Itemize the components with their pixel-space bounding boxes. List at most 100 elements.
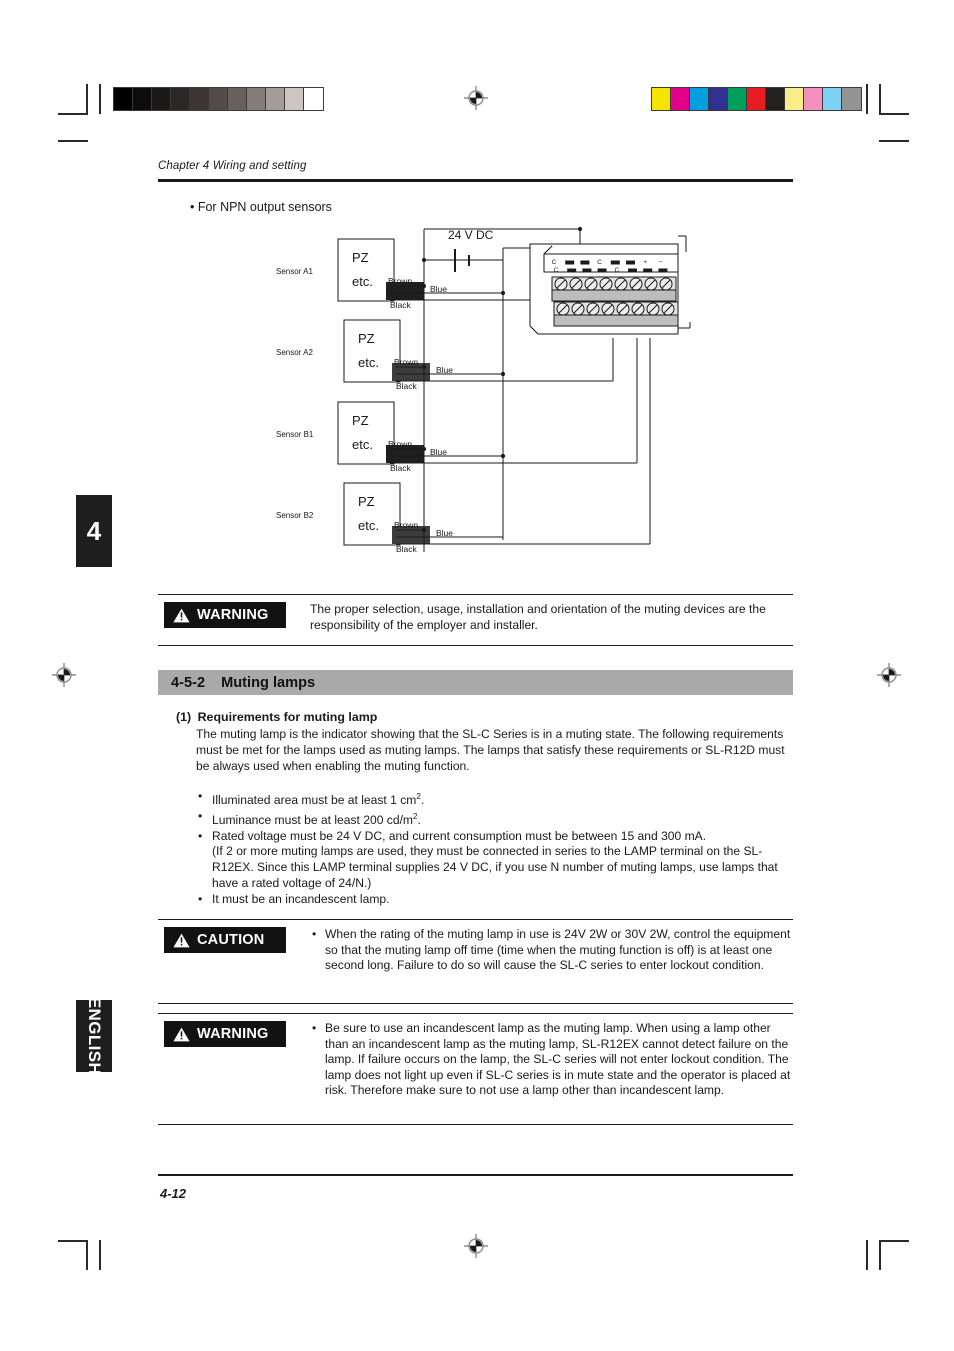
npn-wiring-diagram: C C + − C C 24 V DC Sensor A1 PZ etc. Brown Blue Bl…	[158, 222, 798, 582]
color-swatch	[709, 88, 728, 110]
grayscale-swatch	[228, 88, 247, 110]
wire-label-brown: Brown	[394, 520, 418, 530]
wire-label-black: Black	[390, 300, 412, 310]
requirement-item: Luminance must be at least 200 cd/m2.	[196, 809, 796, 829]
warning-triangle-icon	[173, 1027, 190, 1041]
crop-mark-top-left-v	[86, 84, 88, 114]
grayscale-swatch	[209, 88, 228, 110]
caution-label: CAUTION	[197, 932, 265, 948]
wire-label-brown: Brown	[388, 439, 412, 449]
sensor-name-label: Sensor B1	[276, 430, 314, 439]
grayscale-swatch	[152, 88, 171, 110]
language-index-tab: ENGLISH	[76, 996, 112, 1076]
grayscale-swatch	[285, 88, 304, 110]
grayscale-swatch	[133, 88, 152, 110]
grayscale-swatch	[171, 88, 190, 110]
color-swatch	[842, 88, 861, 110]
caution-triangle-icon	[173, 933, 190, 947]
undefined-mark: C	[554, 267, 559, 274]
wire-label-black: Black	[396, 381, 418, 391]
caution-admonition: CAUTION When the rating of the muting la…	[158, 927, 793, 974]
warning-triangle-icon	[173, 608, 190, 622]
crop-mark-bottom-right-h	[879, 1240, 909, 1242]
sensor-box-line2: etc.	[352, 274, 373, 289]
sensor-name-label: Sensor A2	[276, 348, 313, 357]
warning-top-label: WARNING	[197, 607, 269, 623]
crop-mark-bottom-right-v2	[879, 1240, 881, 1270]
registration-target-icon-right	[877, 663, 901, 687]
caution-badge: CAUTION	[164, 927, 286, 953]
sensor-name-label: Sensor A1	[276, 267, 313, 276]
section-number: 4-5-2	[171, 674, 206, 691]
grayscale-step-wedge	[113, 87, 324, 111]
sensor-box-line1: PZ	[358, 331, 375, 346]
chapter-running-head: Chapter 4 Wiring and setting	[158, 160, 307, 172]
crop-mark-top-right-h	[879, 113, 909, 115]
warning-bottom-rule-above	[158, 1013, 793, 1015]
sensor-box-line2: etc.	[358, 355, 379, 370]
header-rule	[158, 179, 793, 182]
crop-mark-top-left-v2	[99, 84, 101, 114]
color-swatch	[690, 88, 709, 110]
undefined-mark: C	[597, 259, 602, 266]
color-swatch	[671, 88, 690, 110]
sensor-box-line2: etc.	[352, 437, 373, 452]
crop-mark-top-right-v	[866, 84, 868, 114]
wire-label-brown: Brown	[394, 357, 418, 367]
registration-target-icon-left	[52, 663, 76, 687]
section-title: Muting lamps	[221, 674, 316, 691]
color-swatch	[747, 88, 766, 110]
sensor-name-label: Sensor B2	[276, 511, 314, 520]
requirements-heading: (1) Requirements for muting lamp	[176, 710, 377, 724]
crop-mark-top-left-h2	[58, 140, 88, 142]
crop-mark-top-right-h2	[879, 140, 909, 142]
footer-rule	[158, 1174, 793, 1176]
wire-label-blue: Blue	[430, 447, 447, 457]
color-swatch	[728, 88, 747, 110]
diagram-caption: • For NPN output sensors	[190, 200, 332, 214]
undefined-block-mark	[658, 268, 668, 273]
wire-label-blue: Blue	[436, 528, 453, 538]
chapter-index-tab: 4	[76, 495, 112, 567]
document-page: Chapter 4 Wiring and setting 4 ENGLISH •…	[0, 0, 954, 1351]
requirements-heading-number: (1)	[176, 710, 192, 724]
crop-mark-bottom-left-v	[86, 1240, 88, 1270]
warning-top-admonition: WARNING The proper selection, usage, ins…	[158, 602, 793, 633]
undefined-block-mark	[628, 268, 637, 273]
crop-mark-bottom-left-h	[58, 1240, 88, 1242]
undefined-mark: +	[643, 259, 647, 266]
requirement-item: Rated voltage must be 24 V DC, and curre…	[196, 829, 796, 892]
undefined-mark: −	[659, 259, 663, 266]
color-swatch	[804, 88, 823, 110]
requirements-paragraph: The muting lamp is the indicator showing…	[196, 727, 785, 773]
undefined-block-mark	[567, 268, 577, 273]
color-swatch	[766, 88, 785, 110]
warning-top-text: The proper selection, usage, installatio…	[310, 602, 766, 632]
supply-voltage-label: 24 V DC	[448, 228, 494, 242]
caution-item: When the rating of the muting lamp in us…	[312, 927, 793, 974]
color-control-bar	[651, 87, 862, 111]
color-swatch	[652, 88, 671, 110]
sensor-box-line1: PZ	[352, 250, 369, 265]
sensor-box-line1: PZ	[358, 494, 375, 509]
requirement-item-text: Rated voltage must be 24 V DC, and curre…	[212, 828, 707, 843]
sensor-box-line2: etc.	[358, 518, 379, 533]
wire-label-black: Black	[396, 544, 418, 554]
grayscale-swatch	[114, 88, 133, 110]
caution-rule-below	[158, 1003, 793, 1005]
crop-mark-bottom-left-v2	[99, 1240, 101, 1270]
language-index-tab-label: ENGLISH	[85, 996, 104, 1076]
requirement-item-text: It must be an incandescent lamp.	[212, 891, 390, 906]
warning-top-rule-above	[158, 594, 793, 596]
warning-bottom-rule-below	[158, 1124, 793, 1126]
undefined-block-mark	[597, 268, 607, 273]
wire-label-black: Black	[390, 463, 412, 473]
wire-label-blue: Blue	[430, 284, 447, 294]
section-header: 4-5-2 Muting lamps	[158, 670, 793, 695]
warning-bottom-badge: WARNING	[164, 1021, 286, 1047]
grayscale-swatch	[304, 88, 323, 110]
chapter-index-tab-label: 4	[86, 515, 102, 546]
undefined-block-mark	[610, 260, 620, 265]
requirement-item: It must be an incandescent lamp.	[196, 892, 796, 908]
color-swatch	[823, 88, 842, 110]
